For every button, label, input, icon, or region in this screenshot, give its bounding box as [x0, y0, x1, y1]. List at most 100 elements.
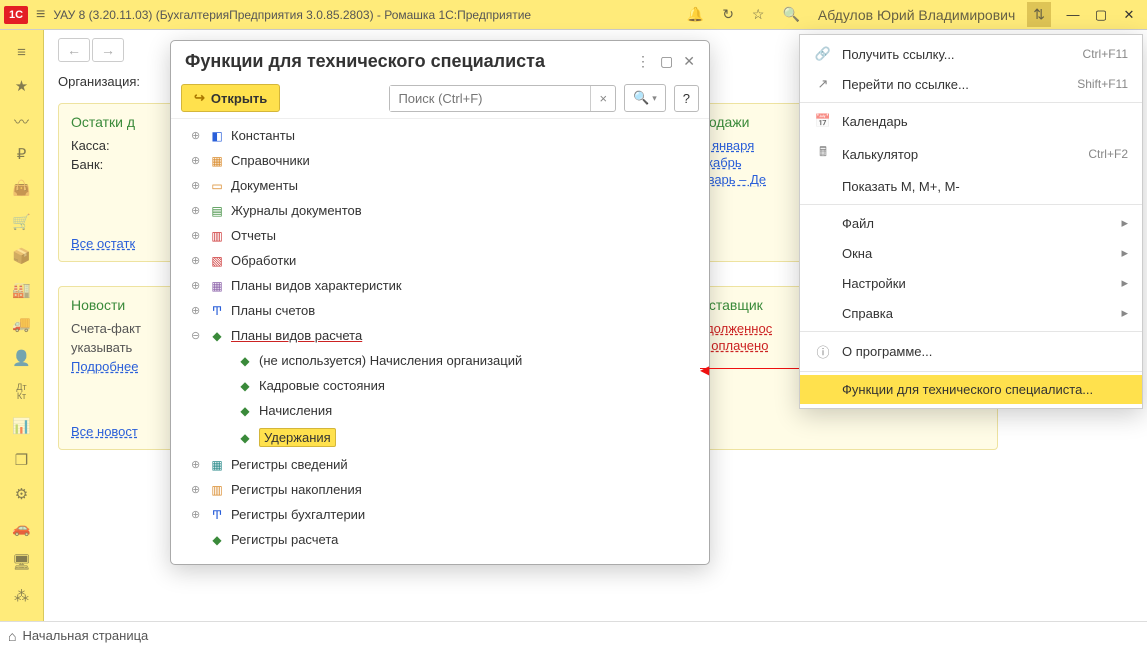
menu-item[interactable]: ↗Перейти по ссылке...Shift+F11: [800, 69, 1142, 99]
open-button-label: Открыть: [211, 91, 267, 106]
tree-item[interactable]: ⊕▥Отчеты: [189, 223, 691, 248]
tree-item-label: Константы: [231, 128, 295, 143]
sidebar-item-bag[interactable]: 👜: [12, 179, 32, 197]
annotation-arrow: [700, 368, 800, 369]
settings-context-menu: 🔗Получить ссылку...Ctrl+F11↗Перейти по с…: [799, 34, 1143, 409]
menu-item[interactable]: 🖩КалькуляторCtrl+F2: [800, 136, 1142, 172]
tree-item-label: Отчеты: [231, 228, 276, 243]
tree-item[interactable]: ⊕▦Справочники: [189, 148, 691, 173]
minimize-button[interactable]: —: [1059, 3, 1087, 27]
sidebar-item-car[interactable]: 🚗: [12, 519, 32, 537]
sidebar-item-money[interactable]: ₽: [12, 145, 32, 163]
expand-icon[interactable]: ⊕: [191, 279, 203, 292]
dialog-maximize-icon[interactable]: ▢: [660, 53, 673, 70]
menu-item-shortcut: Ctrl+F11: [1083, 47, 1128, 61]
sidebar: ≡ ★ 〰 ₽ 👜 🛒 📦 🏭 🚚 👤 ДтКт 📊 ❐ ⚙ 🚗 🖥 ⁂ ▾: [0, 30, 44, 621]
menu-item[interactable]: Функции для технического специалиста...: [800, 375, 1142, 404]
tree-item[interactable]: ⊕▥Регистры накопления: [189, 477, 691, 502]
tree-item[interactable]: ◆Удержания: [189, 423, 691, 452]
tree-item[interactable]: ⊕▧Обработки: [189, 248, 691, 273]
maximize-button[interactable]: ▢: [1087, 3, 1115, 27]
tree[interactable]: ⊕◧Константы⊕▦Справочники⊕▭Документы⊕▤Жур…: [171, 118, 709, 564]
home-icon[interactable]: ⌂: [8, 628, 16, 644]
tree-item[interactable]: ⊕▦Планы видов характеристик: [189, 273, 691, 298]
link-all-balances[interactable]: Все остатк: [71, 236, 135, 251]
menu-item[interactable]: Настройки▸: [800, 268, 1142, 298]
expand-icon[interactable]: ⊕: [191, 508, 203, 521]
current-user[interactable]: Абдулов Юрий Владимирович: [812, 3, 1021, 27]
sidebar-item-truck[interactable]: 🚚: [12, 315, 32, 333]
expand-icon[interactable]: ⊕: [191, 129, 203, 142]
bell-icon[interactable]: 🔔: [681, 2, 710, 27]
dialog-close-icon[interactable]: ✕: [683, 53, 695, 70]
help-button[interactable]: ?: [674, 85, 699, 112]
tree-item-label: (не используется) Начисления организаций: [259, 353, 522, 368]
search-clear-icon[interactable]: ×: [590, 86, 615, 111]
sidebar-item-gear[interactable]: ⚙: [12, 485, 32, 503]
tree-item[interactable]: ⊕ͲРегистры бухгалтерии: [189, 502, 691, 527]
menu-item-label: О программе...: [842, 344, 1128, 359]
menu-separator: [800, 102, 1142, 103]
sidebar-item-dtkt[interactable]: ДтКт: [12, 383, 32, 401]
tree-type-icon: Ͳ: [209, 508, 225, 522]
sidebar-item-more[interactable]: ⁂: [12, 587, 32, 605]
menu-separator: [800, 331, 1142, 332]
nav-forward-button[interactable]: →: [92, 38, 124, 62]
tree-item[interactable]: ◆Кадровые состояния: [189, 373, 691, 398]
menu-item[interactable]: Показать M, M+, M-: [800, 172, 1142, 201]
expand-icon[interactable]: ⊕: [191, 204, 203, 217]
dialog-more-icon[interactable]: ⋮: [636, 53, 650, 70]
menu-item[interactable]: ⓘО программе...: [800, 335, 1142, 368]
tree-item[interactable]: ◆Начисления: [189, 398, 691, 423]
sidebar-item-analytics[interactable]: 〰: [12, 111, 32, 129]
close-button[interactable]: ✕: [1115, 3, 1143, 27]
star-icon[interactable]: ☆: [746, 2, 771, 27]
sidebar-item-star[interactable]: ★: [12, 77, 32, 95]
menu-item[interactable]: 📅Календарь: [800, 106, 1142, 136]
nav-back-button[interactable]: ←: [58, 38, 90, 62]
menu-item-icon: ↗: [814, 76, 832, 92]
menu-item-label: Показать M, M+, M-: [842, 179, 1128, 194]
news-more-link[interactable]: Подробнее: [71, 359, 138, 374]
expand-icon[interactable]: ⊕: [191, 304, 203, 317]
menu-item-label: Окна: [842, 246, 1111, 261]
sidebar-item-stock[interactable]: 📦: [12, 247, 32, 265]
settings-button[interactable]: ⇅: [1027, 2, 1051, 27]
menu-item[interactable]: Окна▸: [800, 238, 1142, 268]
search-icon[interactable]: 🔍: [776, 2, 805, 27]
sidebar-item-menu[interactable]: ≡: [12, 44, 32, 61]
sidebar-item-docs[interactable]: ❐: [12, 451, 32, 469]
sidebar-item-reports[interactable]: 📊: [12, 417, 32, 435]
news-all-link[interactable]: Все новост: [71, 424, 138, 439]
bottombar-label[interactable]: Начальная страница: [22, 628, 148, 643]
expand-icon[interactable]: ⊕: [191, 179, 203, 192]
expand-icon[interactable]: ⊕: [191, 483, 203, 496]
tree-type-icon: ◆: [237, 354, 253, 368]
history-icon[interactable]: ↻: [716, 2, 740, 27]
tree-item[interactable]: ⊕▤Журналы документов: [189, 198, 691, 223]
open-button[interactable]: ↪ Открыть: [181, 84, 280, 112]
tree-item[interactable]: ⊕ͲПланы счетов: [189, 298, 691, 323]
tree-item[interactable]: ◆Регистры расчета: [189, 527, 691, 552]
tree-item[interactable]: ⊕▦Регистры сведений: [189, 452, 691, 477]
expand-icon[interactable]: ⊕: [191, 254, 203, 267]
collapse-icon[interactable]: ⊖: [191, 329, 203, 342]
tree-item[interactable]: ⊕▭Документы: [189, 173, 691, 198]
tree-item[interactable]: ⊖◆Планы видов расчета: [189, 323, 691, 348]
menu-item-label: Функции для технического специалиста...: [842, 382, 1128, 397]
tree-item[interactable]: ⊕◧Константы: [189, 123, 691, 148]
tree-item[interactable]: ◆ (не используется) Начисления организаци…: [189, 348, 691, 373]
search-input[interactable]: [390, 86, 590, 111]
sidebar-item-monitor[interactable]: 🖥: [12, 553, 32, 571]
menu-item[interactable]: 🔗Получить ссылку...Ctrl+F11: [800, 39, 1142, 69]
sidebar-item-factory[interactable]: 🏭: [12, 281, 32, 299]
expand-icon[interactable]: ⊕: [191, 229, 203, 242]
search-button[interactable]: 🔍 ▾: [624, 84, 666, 112]
expand-icon[interactable]: ⊕: [191, 458, 203, 471]
expand-icon[interactable]: ⊕: [191, 154, 203, 167]
menu-item[interactable]: Файл▸: [800, 208, 1142, 238]
menu-item[interactable]: Справка▸: [800, 298, 1142, 328]
main-menu-button[interactable]: ≡: [36, 6, 45, 24]
sidebar-item-person[interactable]: 👤: [12, 349, 32, 367]
sidebar-item-cart[interactable]: 🛒: [12, 213, 32, 231]
